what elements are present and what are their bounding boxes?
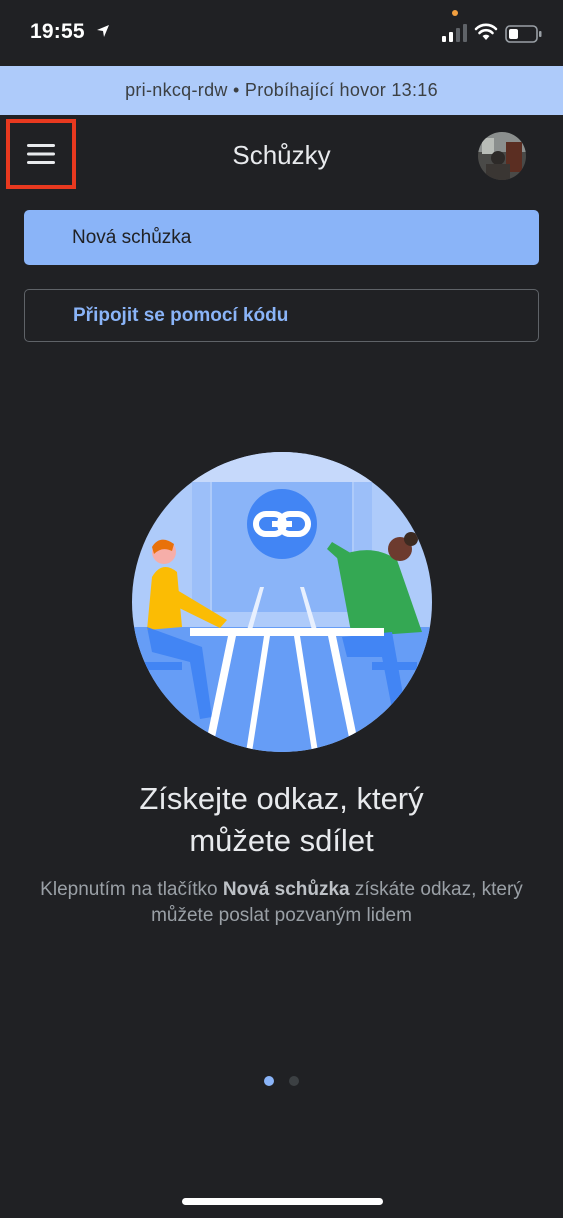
onboarding-heading: Získejte odkaz, který můžete sdílet: [0, 778, 563, 862]
onboarding-description: Klepnutím na tlačítko Nová schůzka získá…: [40, 877, 523, 929]
status-bar: 19:55: [0, 0, 563, 66]
home-indicator[interactable]: [182, 1198, 383, 1205]
onboarding-desc-bold: Nová schůzka: [222, 879, 350, 900]
page-indicator-dot[interactable]: [289, 1076, 299, 1086]
avatar[interactable]: [478, 132, 526, 180]
battery-icon: [505, 25, 542, 43]
page-indicator-dot-active[interactable]: [264, 1076, 274, 1086]
onboarding-heading-line1: Získejte odkaz, který: [139, 781, 424, 816]
cellular-signal-icon: [442, 24, 467, 42]
status-time: 19:55: [30, 20, 85, 43]
join-with-code-button[interactable]: Připojit se pomocí kódu: [24, 289, 539, 342]
new-meeting-button[interactable]: Nová schůzka: [24, 210, 539, 265]
privacy-indicator-dot: [452, 10, 458, 16]
onboarding-heading-line2: můžete sdílet: [189, 823, 374, 858]
new-meeting-label: Nová schůzka: [72, 226, 192, 248]
wifi-icon: [474, 23, 498, 40]
share-link-illustration: [132, 452, 432, 752]
onboarding-desc-part1: Klepnutím na tlačítko: [40, 879, 223, 900]
call-banner-text: pri-nkcq-rdw • Probíhající hovor 13:16: [125, 80, 438, 100]
join-with-code-label: Připojit se pomocí kódu: [73, 304, 289, 326]
location-arrow-icon: [97, 25, 109, 37]
ongoing-call-banner[interactable]: pri-nkcq-rdw • Probíhající hovor 13:16: [0, 66, 563, 115]
